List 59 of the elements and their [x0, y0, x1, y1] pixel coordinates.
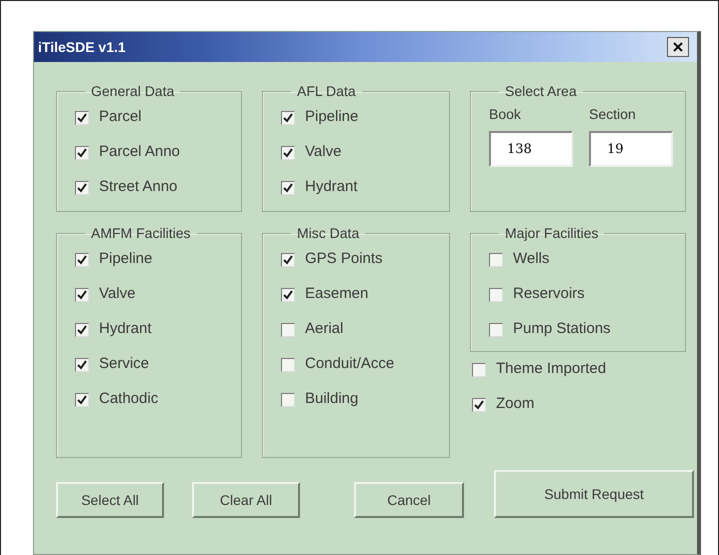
- checkbox[interactable]: [281, 146, 295, 160]
- button[interactable]: Select All: [56, 482, 164, 518]
- input-field[interactable]: 138: [489, 131, 573, 167]
- checkbox-label: Valve: [305, 142, 342, 162]
- group-title: Major Facilities: [504, 226, 600, 240]
- checkbox-label: Pump Stations: [513, 319, 611, 340]
- input-field[interactable]: 19: [589, 131, 673, 167]
- checkbox[interactable]: [75, 110, 89, 124]
- checkbox[interactable]: [472, 398, 486, 412]
- checkbox[interactable]: [75, 392, 89, 406]
- checkbox[interactable]: [472, 362, 486, 376]
- checkbox-label: Parcel: [99, 107, 142, 128]
- group-title: AFL Data: [296, 84, 357, 98]
- checkbox-label: Parcel Anno: [99, 142, 180, 162]
- checkbox-label: Reservoirs: [513, 284, 585, 304]
- checkbox-label: Zoom: [496, 394, 534, 414]
- checkbox-label: Street Anno: [99, 177, 178, 198]
- checkbox[interactable]: [75, 180, 89, 194]
- checkbox-label: Conduit/Acce: [305, 354, 394, 374]
- window-title: iTileSDE v1.1: [38, 38, 126, 56]
- group-title: Misc Data: [296, 226, 360, 240]
- checkbox[interactable]: [489, 322, 503, 336]
- button[interactable]: Submit Request: [494, 470, 694, 518]
- checkbox-label: Building: [305, 389, 358, 410]
- button[interactable]: Clear All: [192, 482, 300, 518]
- checkbox-label: Pipeline: [99, 249, 152, 270]
- checkbox[interactable]: [75, 252, 89, 266]
- checkbox-label: Service: [99, 354, 150, 374]
- checkbox-label: Valve: [99, 284, 136, 304]
- checkbox-label: Theme Imported: [496, 359, 606, 380]
- checkbox[interactable]: [281, 358, 295, 372]
- field-label: Book: [489, 105, 522, 124]
- group-title: AMFM Facilities: [90, 226, 192, 240]
- checkbox-label: Hydrant: [99, 319, 152, 340]
- checkbox[interactable]: [281, 252, 295, 266]
- checkbox[interactable]: [75, 322, 89, 336]
- button[interactable]: Cancel: [354, 482, 464, 518]
- checkbox[interactable]: [281, 288, 295, 302]
- checkbox-label: Easemen: [305, 284, 368, 304]
- checkbox[interactable]: [489, 288, 503, 302]
- checkbox[interactable]: [281, 110, 295, 124]
- checkbox[interactable]: [281, 322, 295, 336]
- checkbox-label: Aerial: [305, 319, 344, 340]
- close-icon: [672, 41, 684, 53]
- group-title: Select Area: [504, 84, 578, 98]
- field-label: Section: [589, 105, 637, 124]
- checkbox-label: Wells: [513, 249, 550, 270]
- checkbox[interactable]: [75, 146, 89, 160]
- checkbox[interactable]: [281, 392, 295, 406]
- checkbox[interactable]: [75, 288, 89, 302]
- checkbox[interactable]: [281, 180, 295, 194]
- checkbox[interactable]: [489, 252, 503, 266]
- close-button[interactable]: [667, 37, 689, 57]
- checkbox[interactable]: [75, 358, 89, 372]
- group-title: General Data: [90, 84, 176, 98]
- checkbox-label: GPS Points: [305, 249, 383, 270]
- checkbox-label: Hydrant: [305, 177, 358, 198]
- checkbox-label: Cathodic: [99, 389, 158, 410]
- checkbox-label: Pipeline: [305, 107, 358, 128]
